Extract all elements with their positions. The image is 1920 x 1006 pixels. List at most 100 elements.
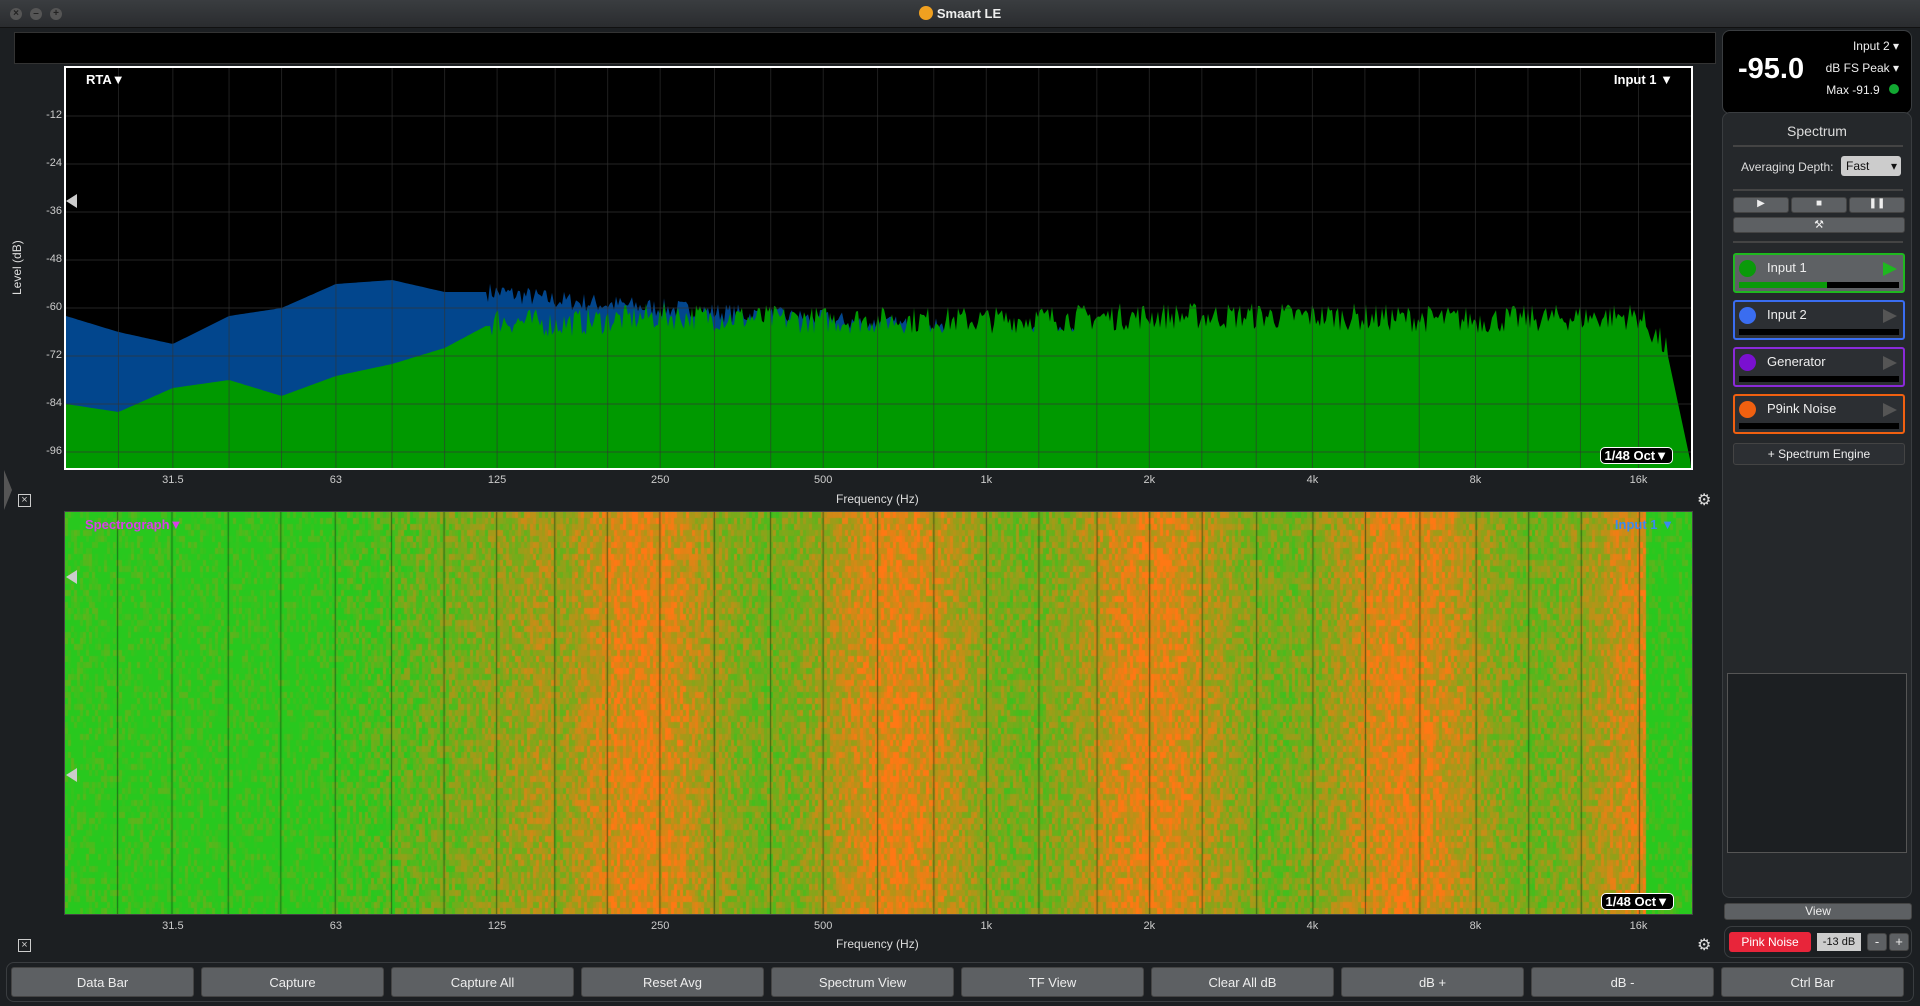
generator-controls: Pink Noise -13 dB - + xyxy=(1724,926,1912,958)
averaging-depth-label: Averaging Depth: xyxy=(1741,160,1834,174)
channel-level-bar xyxy=(1739,423,1899,429)
view-button[interactable]: View xyxy=(1724,903,1912,920)
spectrograph-resolution-dropdown[interactable]: 1/48 Oct▼ xyxy=(1600,893,1674,910)
y-tick-label: -36 xyxy=(46,205,62,217)
capture-button[interactable]: Capture xyxy=(201,967,384,997)
minimize-window-button[interactable]: – xyxy=(30,8,42,20)
level-decrease-button[interactable]: - xyxy=(1867,933,1887,951)
x-tick-label: 2k xyxy=(1143,920,1156,932)
x-tick-label: 8k xyxy=(1469,474,1482,486)
y-tick-label: -84 xyxy=(46,397,62,409)
x-tick-label: 31.5 xyxy=(162,920,184,932)
spectrograph-x-axis-title: Frequency (Hz) xyxy=(836,937,919,951)
spectrograph-mode-dropdown[interactable]: Spectrograph▼ xyxy=(85,517,182,532)
x-tick-label: 16k xyxy=(1629,474,1648,486)
rta-mode-dropdown[interactable]: RTA▼ xyxy=(86,72,125,87)
spectrograph-upper-handle[interactable] xyxy=(66,570,77,584)
channel-input-2[interactable]: Input 2 xyxy=(1733,300,1905,340)
meter-source-dropdown[interactable]: Input 2 ▾ xyxy=(1853,39,1899,53)
channel-generator[interactable]: Generator xyxy=(1733,347,1905,387)
meter-max: Max -91.9 xyxy=(1826,83,1899,97)
y-axis-title: Level (dB) xyxy=(10,240,24,295)
rta-plot[interactable]: RTA▼ Input 1 ▼ 1/48 Oct▼ xyxy=(64,66,1693,470)
channel-play-icon[interactable] xyxy=(1883,309,1897,323)
window-title: Smaart LE xyxy=(936,6,1002,21)
rta-resolution-dropdown[interactable]: 1/48 Oct▼ xyxy=(1599,447,1673,464)
rta-settings-gear-icon[interactable]: ⚙ xyxy=(1697,490,1711,510)
ctrl-bar-button[interactable]: Ctrl Bar xyxy=(1721,967,1904,997)
channel-play-icon[interactable] xyxy=(1883,356,1897,370)
channel-color-icon xyxy=(1739,260,1756,277)
data-bar-button[interactable]: Data Bar xyxy=(11,967,194,997)
x-tick-label: 500 xyxy=(814,474,833,486)
x-tick-label: 63 xyxy=(329,474,343,486)
y-tick-label: -48 xyxy=(46,253,62,265)
maximize-window-button[interactable]: + xyxy=(50,8,62,20)
panel-title: Spectrum xyxy=(1787,123,1847,139)
y-tick-label: -60 xyxy=(46,301,62,313)
close-window-button[interactable]: × xyxy=(10,8,22,20)
status-indicator-icon xyxy=(1889,84,1899,94)
x-tick-label: 8k xyxy=(1469,920,1482,932)
level-increase-button[interactable]: + xyxy=(1889,933,1909,951)
x-tick-label: 31.5 xyxy=(162,474,184,486)
spectrum-panel: Spectrum Averaging Depth: Fast ▾ ▶ ■ ❚❚ ⚒… xyxy=(1722,112,1912,898)
y-tick-label: -24 xyxy=(46,157,62,169)
tools-icon: ⚒ xyxy=(1814,219,1824,231)
averaging-depth-dropdown[interactable]: Fast ▾ xyxy=(1841,156,1901,176)
reset-avg-button[interactable]: Reset Avg xyxy=(581,967,764,997)
channel-name: Input 1 xyxy=(1767,260,1807,275)
y-tick-label: -12 xyxy=(46,109,62,121)
capture-all-button[interactable]: Capture All xyxy=(391,967,574,997)
close-rta-icon[interactable]: × xyxy=(18,494,31,507)
clear-all-db-button[interactable]: Clear All dB xyxy=(1151,967,1334,997)
command-bar: Data Bar Capture Capture All Reset Avg Spect… xyxy=(6,962,1914,1002)
channel-color-icon xyxy=(1739,307,1756,324)
meter-value: -95.0 xyxy=(1738,53,1805,85)
channel-input-1[interactable]: Input 1 xyxy=(1733,253,1905,293)
tf-view-button[interactable]: TF View xyxy=(961,967,1144,997)
spectrograph-image xyxy=(65,512,1692,914)
level-meter: -95.0 Input 2 ▾ dB FS Peak ▾ Max -91.9 xyxy=(1722,30,1912,114)
spectrum-view-button[interactable]: Spectrum View xyxy=(771,967,954,997)
add-spectrum-engine-button[interactable]: + Spectrum Engine xyxy=(1733,443,1905,465)
x-tick-label: 1k xyxy=(980,920,993,932)
tools-button[interactable]: ⚒ xyxy=(1733,217,1905,233)
channel-color-icon xyxy=(1739,401,1756,418)
threshold-handle[interactable] xyxy=(66,194,77,208)
pause-button[interactable]: ❚❚ xyxy=(1849,197,1905,213)
x-tick-label: 125 xyxy=(487,920,507,932)
spectrograph-lower-handle[interactable] xyxy=(66,768,77,782)
x-tick-label: 500 xyxy=(814,920,833,932)
x-tick-label: 4k xyxy=(1306,474,1319,486)
play-button[interactable]: ▶ xyxy=(1733,197,1789,213)
db-button[interactable]: dB - xyxy=(1531,967,1714,997)
spectrograph-settings-gear-icon[interactable]: ⚙ xyxy=(1697,935,1711,955)
x-tick-label: 250 xyxy=(650,920,670,932)
channel-name: Input 2 xyxy=(1767,307,1807,322)
top-strip xyxy=(14,32,1716,64)
x-tick-label: 2k xyxy=(1143,474,1156,486)
channel-name: Generator xyxy=(1767,354,1826,369)
x-tick-label: 63 xyxy=(329,920,343,932)
panel-empty-area xyxy=(1727,673,1907,853)
meter-mode-dropdown[interactable]: dB FS Peak ▾ xyxy=(1826,61,1899,75)
db-button[interactable]: dB + xyxy=(1341,967,1524,997)
sidebar-expand-handle[interactable] xyxy=(4,470,12,510)
channel-level-bar xyxy=(1739,282,1899,288)
pink-noise-button[interactable]: Pink Noise xyxy=(1729,932,1811,952)
close-spectrograph-icon[interactable]: × xyxy=(18,939,31,952)
spectrograph-input-dropdown[interactable]: Input 1 ▼ xyxy=(1615,517,1674,532)
stop-button[interactable]: ■ xyxy=(1791,197,1847,213)
channel-color-icon xyxy=(1739,354,1756,371)
x-tick-label: 1k xyxy=(980,474,993,486)
channel-play-icon[interactable] xyxy=(1883,403,1897,417)
rta-input-dropdown[interactable]: Input 1 ▼ xyxy=(1614,72,1673,87)
spectrograph-plot[interactable]: Spectrograph▼ Input 1 ▼ 1/48 Oct▼ xyxy=(64,511,1693,915)
app-logo-icon xyxy=(918,6,933,20)
channel-level-bar xyxy=(1739,329,1899,335)
channel-p9ink-noise[interactable]: P9ink Noise xyxy=(1733,394,1905,434)
channel-play-icon[interactable] xyxy=(1883,262,1897,276)
x-tick-label: 250 xyxy=(650,474,670,486)
x-tick-label: 4k xyxy=(1306,920,1319,932)
